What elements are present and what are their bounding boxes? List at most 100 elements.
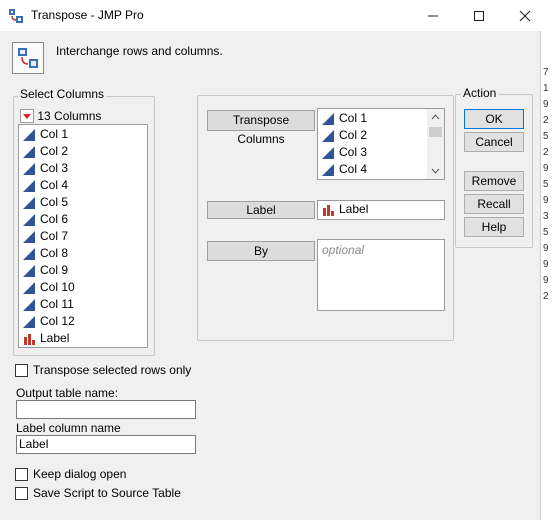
column-list-item[interactable]: Col 4 (23, 177, 68, 194)
by-role-field[interactable]: optional (317, 239, 445, 311)
label-column-name-label: Label column name (16, 421, 121, 435)
background-window-char: 2 (543, 291, 549, 302)
by-role-button[interactable]: By (207, 241, 315, 261)
column-listbox[interactable]: Col 1 Col 2 Col 3 Col 4 Col 5 Col 6 Col 7 Col 8… (18, 124, 148, 348)
continuous-icon (322, 129, 334, 142)
column-list-item-label: Col 11 (40, 297, 74, 311)
column-list-item[interactable]: Col 8 (23, 245, 68, 262)
nominal-icon (24, 333, 35, 345)
continuous-icon (23, 179, 35, 192)
keep-dialog-open-label: Keep dialog open (33, 467, 127, 481)
background-window-char: 1 (543, 83, 549, 94)
background-window-char: 5 (543, 227, 549, 238)
background-window-char: 9 (543, 163, 549, 174)
ok-button[interactable]: OK (464, 109, 524, 129)
column-list-item[interactable]: Col 2 (23, 143, 68, 160)
background-window-char: 9 (543, 275, 549, 286)
column-list-item[interactable]: Col 12 (23, 313, 75, 330)
continuous-icon (23, 145, 35, 158)
column-list-item-label: Col 8 (40, 246, 69, 260)
transpose-columns-scrollbar[interactable] (427, 109, 444, 179)
continuous-icon (23, 298, 35, 311)
column-list-item-label: Col 4 (40, 178, 69, 192)
close-icon (519, 10, 531, 22)
transpose-columns-button[interactable]: Transpose Columns (207, 110, 315, 146)
transpose-selected-rows-label: Transpose selected rows only (33, 363, 192, 377)
label-role-field[interactable]: Label (317, 200, 445, 220)
label-role-button[interactable]: Label (207, 201, 315, 219)
label-role-value: Label (339, 202, 369, 216)
continuous-icon (23, 196, 35, 209)
transpose-selected-rows-checkbox[interactable] (15, 364, 28, 377)
continuous-icon (23, 128, 35, 141)
background-window-char: 5 (543, 179, 549, 190)
red-triangle-icon[interactable] (20, 108, 34, 123)
column-list-item[interactable]: Col 5 (23, 194, 68, 211)
column-list-item-label: Col 12 (40, 314, 75, 328)
remove-button[interactable]: Remove (464, 171, 524, 191)
background-window-char: 7 (543, 67, 549, 78)
continuous-icon (23, 281, 35, 294)
column-list-item[interactable]: Col 11 (23, 296, 74, 313)
title-bar[interactable]: Transpose - JMP Pro (0, 0, 552, 31)
select-columns-title: Select Columns (18, 87, 107, 101)
transpose-columns-item-label: Col 3 (339, 145, 368, 159)
recall-button[interactable]: Recall (464, 194, 524, 214)
cancel-button[interactable]: Cancel (464, 132, 524, 152)
minimize-button[interactable] (410, 0, 456, 31)
save-script-checkbox[interactable] (15, 487, 28, 500)
continuous-icon (322, 112, 334, 125)
scrollbar-thumb[interactable] (429, 127, 442, 137)
background-window-char: 9 (543, 99, 549, 110)
column-list-item[interactable]: Col 6 (23, 211, 68, 228)
background-window-char: 2 (543, 115, 549, 126)
output-table-name-label: Output table name: (16, 386, 119, 400)
continuous-icon (322, 163, 334, 176)
close-button[interactable] (502, 0, 548, 31)
column-list-item[interactable]: Label (23, 330, 69, 347)
background-window-char: 9 (543, 259, 549, 270)
transpose-columns-item-label: Col 1 (339, 111, 368, 125)
action-title: Action (461, 86, 499, 100)
minimize-icon (428, 15, 438, 17)
save-script-label: Save Script to Source Table (33, 486, 181, 500)
column-list-item[interactable]: Col 7 (23, 228, 68, 245)
column-list-item-label: Col 1 (40, 127, 69, 141)
continuous-icon (23, 247, 35, 260)
help-button[interactable]: Help (464, 217, 524, 237)
output-table-name-input[interactable] (16, 400, 196, 419)
column-list-item[interactable]: Col 10 (23, 279, 75, 296)
columns-count-label: 13 Columns (37, 108, 102, 123)
column-list-item[interactable]: Col 3 (23, 160, 68, 177)
transpose-columns-item-label: Col 4 (339, 162, 368, 176)
continuous-icon (23, 315, 35, 328)
keep-dialog-open-checkbox[interactable] (15, 468, 28, 481)
scroll-down-icon[interactable] (427, 165, 444, 177)
column-list-item-label: Col 10 (40, 280, 75, 294)
continuous-icon (23, 162, 35, 175)
window-title: Transpose - JMP Pro (31, 8, 144, 22)
columns-dropdown[interactable]: 13 Columns (20, 108, 101, 124)
transpose-columns-item-label: Col 2 (339, 128, 368, 142)
transpose-columns-listbox[interactable]: Col 1 Col 2 Col 3 Col 4 (317, 108, 445, 180)
continuous-icon (23, 264, 35, 277)
transpose-columns-item[interactable]: Col 3 (322, 144, 367, 161)
nominal-icon (323, 204, 334, 216)
column-list-item-label: Col 2 (40, 144, 69, 158)
column-list-item[interactable]: Col 9 (23, 262, 68, 279)
column-list-item[interactable]: Col 1 (23, 126, 68, 143)
column-list-item-label: Label (40, 331, 70, 345)
column-list-item-label: Col 6 (40, 212, 69, 226)
column-list-item-label: Col 3 (40, 161, 69, 175)
transpose-columns-item[interactable]: Col 4 (322, 161, 367, 178)
maximize-button[interactable] (456, 0, 502, 31)
continuous-icon (23, 230, 35, 243)
jmp-app-icon (9, 9, 23, 23)
dialog-description: Interchange rows and columns. (56, 44, 223, 58)
scroll-up-icon[interactable] (427, 111, 444, 123)
transpose-columns-item[interactable]: Col 2 (322, 127, 367, 144)
column-list-item-label: Col 5 (40, 195, 69, 209)
background-window-char: 9 (543, 195, 549, 206)
transpose-columns-item[interactable]: Col 1 (322, 110, 367, 127)
label-column-name-input[interactable]: Label (16, 435, 196, 454)
